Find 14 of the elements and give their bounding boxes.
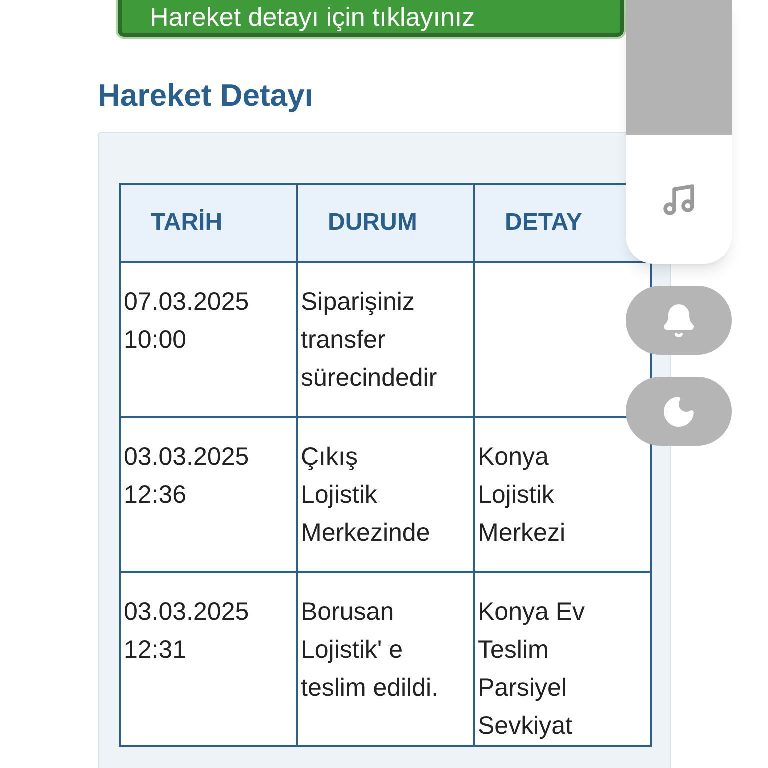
table-cell-text: Konya Ev Teslim Parsiyel Sevkiyat <box>478 596 586 742</box>
table-cell-text: Siparişiniz transfer sürecindedir <box>301 286 438 394</box>
table-cell-text: Çıkış Lojistik Merkezinde <box>301 442 432 549</box>
column-header: DURUM <box>297 184 474 262</box>
movement-detail-button[interactable]: Hareket detayı için tıklayınız <box>118 0 624 37</box>
bell-icon <box>661 302 697 338</box>
table-cell-text: 07.03.2025 10:00 <box>124 286 250 356</box>
music-note-icon <box>661 182 697 218</box>
section-title: Hareket Detayı <box>98 77 314 115</box>
column-header: TARİH <box>120 184 297 262</box>
table-cell-text: 03.03.2025 12:36 <box>124 442 250 511</box>
table-cell-text: Borusan Lojistik' e teslim edildi. <box>301 596 440 704</box>
table-cell-text: 03.03.2025 12:31 <box>124 596 250 666</box>
table-cell-text: Konya Lojistik Merkezi <box>478 442 567 549</box>
